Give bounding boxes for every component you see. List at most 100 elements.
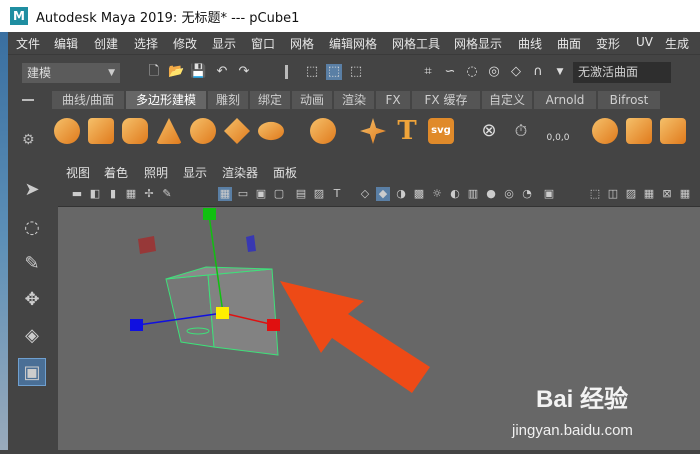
- shelf-tab-arnold[interactable]: Arnold: [534, 91, 596, 109]
- lasso-tool-icon[interactable]: ◌: [18, 214, 46, 242]
- textured-icon[interactable]: ▩: [412, 187, 426, 201]
- gate-mask-icon[interactable]: ▢: [272, 187, 286, 201]
- shelf-menu-icon[interactable]: [22, 99, 34, 101]
- gear-icon[interactable]: ⚙: [22, 132, 35, 148]
- scale-tool-icon[interactable]: ▣: [18, 358, 46, 386]
- shelf-tab-animation[interactable]: 动画: [292, 91, 332, 109]
- measure-tool-icon[interactable]: ⊗: [476, 118, 502, 144]
- film-gate-icon[interactable]: ▭: [236, 187, 250, 201]
- anti-alias-icon[interactable]: ◎: [502, 187, 516, 201]
- super-shape-icon[interactable]: [360, 118, 386, 144]
- menu-modify[interactable]: 修改: [173, 35, 197, 52]
- z-axis-handle[interactable]: [130, 319, 143, 331]
- menu-edit[interactable]: 编辑: [54, 35, 78, 52]
- select-object-icon[interactable]: ⬚: [326, 64, 342, 80]
- hud-icon[interactable]: ▦: [642, 187, 656, 201]
- smooth-shade-icon[interactable]: ◆: [376, 187, 390, 201]
- snap-curve-icon[interactable]: ∽: [442, 64, 458, 80]
- smooth-icon[interactable]: [660, 118, 686, 144]
- select-hierarchy-icon[interactable]: ⬚: [304, 64, 320, 80]
- menu-windows[interactable]: 窗口: [251, 35, 275, 52]
- resolution-gate-icon[interactable]: ▣: [254, 187, 268, 201]
- shelf-tab-custom[interactable]: 自定义: [482, 91, 532, 109]
- undo-icon[interactable]: ↶: [214, 64, 230, 80]
- poly-sphere-icon[interactable]: [54, 118, 80, 144]
- panel-menu-show[interactable]: 显示: [183, 164, 207, 181]
- panel-menu-panels[interactable]: 面板: [273, 164, 297, 181]
- menu-create[interactable]: 创建: [94, 35, 118, 52]
- poly-torus-icon[interactable]: [190, 118, 216, 144]
- cube-front-face[interactable]: [165, 274, 215, 348]
- menu-file[interactable]: 文件: [16, 35, 40, 52]
- menu-display[interactable]: 显示: [212, 35, 236, 52]
- center-handle[interactable]: [216, 307, 229, 319]
- safe-action-icon[interactable]: ▨: [312, 187, 326, 201]
- chevron-down-icon[interactable]: ▼: [552, 64, 568, 80]
- field-chart-icon[interactable]: ▤: [294, 187, 308, 201]
- menu-mesh-display[interactable]: 网格显示: [454, 35, 502, 52]
- lights-icon[interactable]: ☼: [430, 187, 444, 201]
- snap-view-icon[interactable]: ◎: [486, 64, 502, 80]
- isolate-select-icon[interactable]: ▣: [542, 187, 556, 201]
- shelf-tab-fx-cache[interactable]: FX 缓存: [412, 91, 480, 109]
- menu-generate[interactable]: 生成: [665, 35, 689, 52]
- type-tool-icon[interactable]: T: [394, 116, 420, 146]
- grid-icon[interactable]: ▦: [218, 187, 232, 201]
- svg-tool-icon[interactable]: svg: [428, 118, 454, 144]
- yz-plane-handle[interactable]: [138, 236, 156, 254]
- menu-mesh-tools[interactable]: 网格工具: [392, 35, 440, 52]
- panel-menu-view[interactable]: 视图: [66, 164, 90, 181]
- safe-title-icon[interactable]: T: [330, 187, 344, 201]
- live-surface-field[interactable]: 无激活曲面: [573, 62, 671, 83]
- panel-menu-lighting[interactable]: 照明: [144, 164, 168, 181]
- poly-plane-icon[interactable]: [224, 118, 250, 144]
- select-component-icon[interactable]: ⬚: [348, 64, 364, 80]
- motion-blur-icon[interactable]: ●: [484, 187, 498, 201]
- snap-point-icon[interactable]: ◌: [464, 64, 480, 80]
- poly-cylinder-icon[interactable]: [122, 118, 148, 144]
- menu-edit-mesh[interactable]: 编辑网格: [329, 35, 377, 52]
- menu-set-dropdown[interactable]: 建模 ▼: [22, 63, 120, 83]
- shelf-tab-bifrost[interactable]: Bifrost: [598, 91, 660, 109]
- xray-joints-icon[interactable]: ◫: [606, 187, 620, 201]
- viewport-perspective[interactable]: Bai 经验 jingyan.baidu.com: [58, 207, 700, 450]
- shelf-tab-rendering[interactable]: 渲染: [334, 91, 374, 109]
- poly-cone-icon[interactable]: [156, 118, 182, 144]
- menu-select[interactable]: 选择: [134, 35, 158, 52]
- combine-icon[interactable]: [592, 118, 618, 144]
- menu-mesh[interactable]: 网格: [290, 35, 314, 52]
- exposure-icon[interactable]: ⊠: [660, 187, 674, 201]
- panel-menu-shading[interactable]: 着色: [104, 164, 128, 181]
- poly-disc-icon[interactable]: [258, 121, 284, 141]
- new-scene-icon[interactable]: 🗋: [146, 64, 162, 80]
- camera-icon[interactable]: ▬: [70, 187, 84, 201]
- bookmark-icon[interactable]: ▮: [106, 187, 120, 201]
- redo-icon[interactable]: ↷: [236, 64, 252, 80]
- shelf-tab-poly-modeling[interactable]: 多边形建模: [126, 91, 206, 109]
- image-plane-icon[interactable]: ▦: [124, 187, 138, 201]
- shelf-tab-rigging[interactable]: 绑定: [250, 91, 290, 109]
- xray-active-icon[interactable]: ▨: [624, 187, 638, 201]
- freeze-transform-icon[interactable]: ⏱: [508, 118, 534, 144]
- shelf-tab-sculpting[interactable]: 雕刻: [208, 91, 248, 109]
- snap-surface-icon[interactable]: ◇: [508, 64, 524, 80]
- gamma-icon[interactable]: ▦: [678, 187, 692, 201]
- shelf-tab-fx[interactable]: FX: [376, 91, 410, 109]
- move-tool-icon[interactable]: ✥: [18, 286, 46, 314]
- camera-attributes-icon[interactable]: ◧: [88, 187, 102, 201]
- menu-surfaces[interactable]: 曲面: [557, 35, 581, 52]
- platonic-solid-icon[interactable]: [310, 118, 336, 144]
- magnet-icon[interactable]: ∩: [530, 64, 546, 80]
- x-axis-handle[interactable]: [267, 319, 280, 331]
- select-tool-icon[interactable]: ➤: [18, 176, 46, 204]
- depth-of-field-icon[interactable]: ◔: [520, 187, 534, 201]
- wireframe-icon[interactable]: ◇: [358, 187, 372, 201]
- paint-select-tool-icon[interactable]: ✎: [18, 250, 46, 278]
- poly-cube-icon[interactable]: [88, 118, 114, 144]
- menu-uv[interactable]: UV: [636, 35, 653, 49]
- menu-deform[interactable]: 变形: [596, 35, 620, 52]
- open-scene-icon[interactable]: 📂: [168, 64, 184, 80]
- reset-transform-icon[interactable]: 0,0,0: [542, 118, 574, 144]
- snap-grid-icon[interactable]: ⌗: [420, 64, 436, 80]
- grease-pencil-icon[interactable]: ✎: [160, 187, 174, 201]
